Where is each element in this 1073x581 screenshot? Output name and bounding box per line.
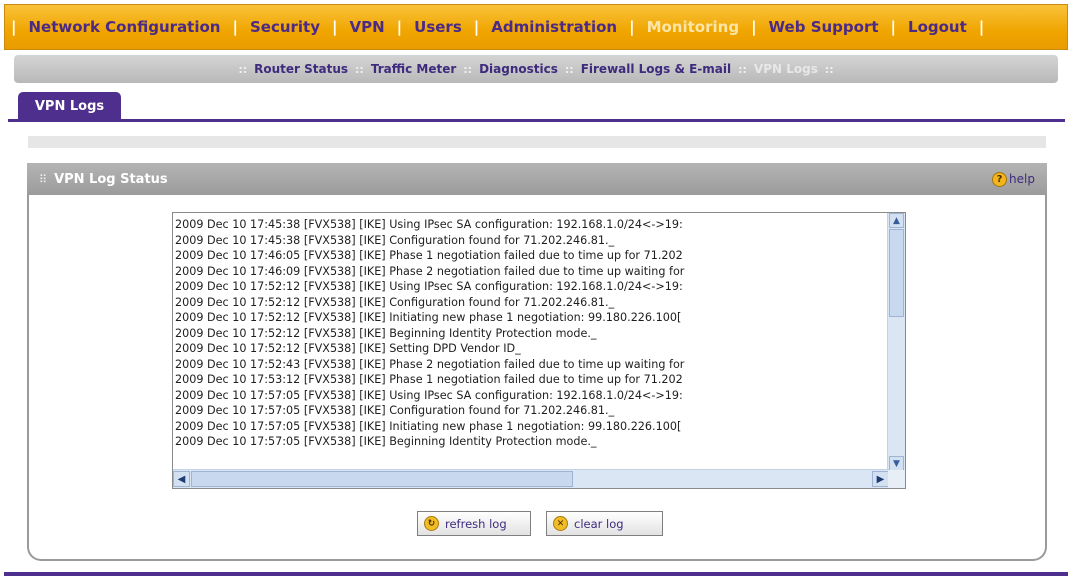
log-line: 2009 Dec 10 17:57:05 [FVX538] [IKE] Init… <box>175 419 682 433</box>
nav-item-users[interactable]: Users <box>414 18 462 36</box>
refresh-log-button[interactable]: ↻ refresh log <box>417 511 531 536</box>
subnav-item-traffic-meter[interactable]: Traffic Meter <box>371 62 456 76</box>
refresh-log-label: refresh log <box>445 516 507 531</box>
nav-item-vpn[interactable]: VPN <box>350 18 385 36</box>
tab-vpn-logs[interactable]: VPN Logs <box>18 92 121 120</box>
scroll-up-icon[interactable]: ▲ <box>889 213 904 228</box>
help-icon: ? <box>992 171 1008 187</box>
log-line: 2009 Dec 10 17:46:09 [FVX538] [IKE] Phas… <box>175 264 685 278</box>
help-label: help <box>1009 172 1035 186</box>
nav-item-web-support[interactable]: Web Support <box>769 18 879 36</box>
subnav-separator: :: <box>824 62 834 76</box>
nav-separator: | <box>396 18 403 36</box>
log-line: 2009 Dec 10 17:46:05 [FVX538] [IKE] Phas… <box>175 249 683 262</box>
content-spacer-bar <box>28 136 1046 148</box>
help-link[interactable]: ? help <box>992 171 1035 187</box>
subnav-separator: :: <box>355 62 364 76</box>
nav-separator: | <box>232 18 238 36</box>
subnav-item-router-status[interactable]: Router Status <box>254 62 348 76</box>
nav-item-logout[interactable]: Logout <box>908 18 967 36</box>
log-lines: 2009 Dec 10 17:45:38 [FVX538] [IKE] Usin… <box>175 217 888 470</box>
nav-separator: | <box>978 18 985 36</box>
log-line: 2009 Dec 10 17:53:12 [FVX538] [IKE] Phas… <box>175 373 683 386</box>
nav-separator: | <box>473 18 480 36</box>
grip-icon: ⠿ <box>39 172 47 186</box>
scroll-right-icon[interactable]: ▶ <box>872 471 889 487</box>
nav-item-monitoring[interactable]: Monitoring <box>647 18 739 36</box>
vpn-log-textarea[interactable]: 2009 Dec 10 17:45:38 [FVX538] [IKE] Usin… <box>172 212 906 489</box>
subnav-separator: :: <box>738 62 747 76</box>
nav-separator: | <box>629 18 635 36</box>
top-nav: | Network Configuration | Security | VPN | User… <box>4 4 1068 50</box>
nav-item-security[interactable]: Security <box>250 18 320 36</box>
nav-separator: | <box>751 18 757 36</box>
clear-log-label: clear log <box>574 516 624 531</box>
subnav-separator: :: <box>564 62 574 76</box>
vertical-scroll-thumb[interactable] <box>889 229 904 317</box>
nav-separator: | <box>890 18 897 36</box>
section-title: VPN Log Status <box>54 171 168 187</box>
log-line: 2009 Dec 10 17:52:12 [FVX538] [IKE] Usin… <box>175 280 683 293</box>
scroll-corner <box>888 470 905 488</box>
clear-icon: ✕ <box>553 516 568 531</box>
subnav-separator: :: <box>463 62 473 76</box>
log-line: 2009 Dec 10 17:45:38 [FVX538] [IKE] Usin… <box>175 218 683 231</box>
nav-item-administration[interactable]: Administration <box>491 18 617 36</box>
subnav-separator: :: <box>238 62 248 76</box>
section-header: ⠿ VPN Log Status ? help <box>27 163 1047 195</box>
log-line: 2009 Dec 10 17:52:12 [FVX538] [IKE] Sett… <box>175 342 521 355</box>
log-line: 2009 Dec 10 17:57:05 [FVX538] [IKE] Usin… <box>175 388 683 402</box>
page-bottom-border <box>4 572 1068 576</box>
sub-nav: :: Router Status:: Traffic Meter:: Diagnost… <box>14 55 1058 83</box>
horizontal-scrollbar[interactable]: ◀ ▶ <box>173 469 889 488</box>
log-line: 2009 Dec 10 17:52:12 [FVX538] [IKE] Begi… <box>175 326 597 340</box>
subnav-item-firewall-logs-e-mail[interactable]: Firewall Logs & E-mail <box>581 62 731 76</box>
log-line: 2009 Dec 10 17:52:12 [FVX538] [IKE] Conf… <box>175 295 615 309</box>
scroll-left-icon[interactable]: ◀ <box>173 471 190 487</box>
log-line: 2009 Dec 10 17:52:12 [FVX538] [IKE] Init… <box>175 311 682 324</box>
log-line: 2009 Dec 10 17:52:43 [FVX538] [IKE] Phas… <box>175 357 685 371</box>
nav-separator: | <box>11 18 17 36</box>
subnav-item-diagnostics[interactable]: Diagnostics <box>479 62 558 76</box>
scroll-down-icon[interactable]: ▼ <box>889 456 904 471</box>
refresh-icon: ↻ <box>424 516 439 531</box>
subnav-item-vpn-logs[interactable]: VPN Logs <box>754 62 818 76</box>
vertical-scrollbar[interactable]: ▲ ▼ <box>887 213 905 471</box>
horizontal-scroll-thumb[interactable] <box>191 471 573 487</box>
clear-log-button[interactable]: ✕ clear log <box>546 511 663 536</box>
log-line: 2009 Dec 10 17:45:38 [FVX538] [IKE] Conf… <box>175 233 615 247</box>
log-line: 2009 Dec 10 17:57:05 [FVX538] [IKE] Begi… <box>175 435 597 448</box>
nav-separator: | <box>332 18 338 36</box>
nav-item-network-configuration[interactable]: Network Configuration <box>28 18 220 36</box>
log-line: 2009 Dec 10 17:57:05 [FVX538] [IKE] Conf… <box>175 404 615 417</box>
tab-underline <box>8 119 1065 122</box>
